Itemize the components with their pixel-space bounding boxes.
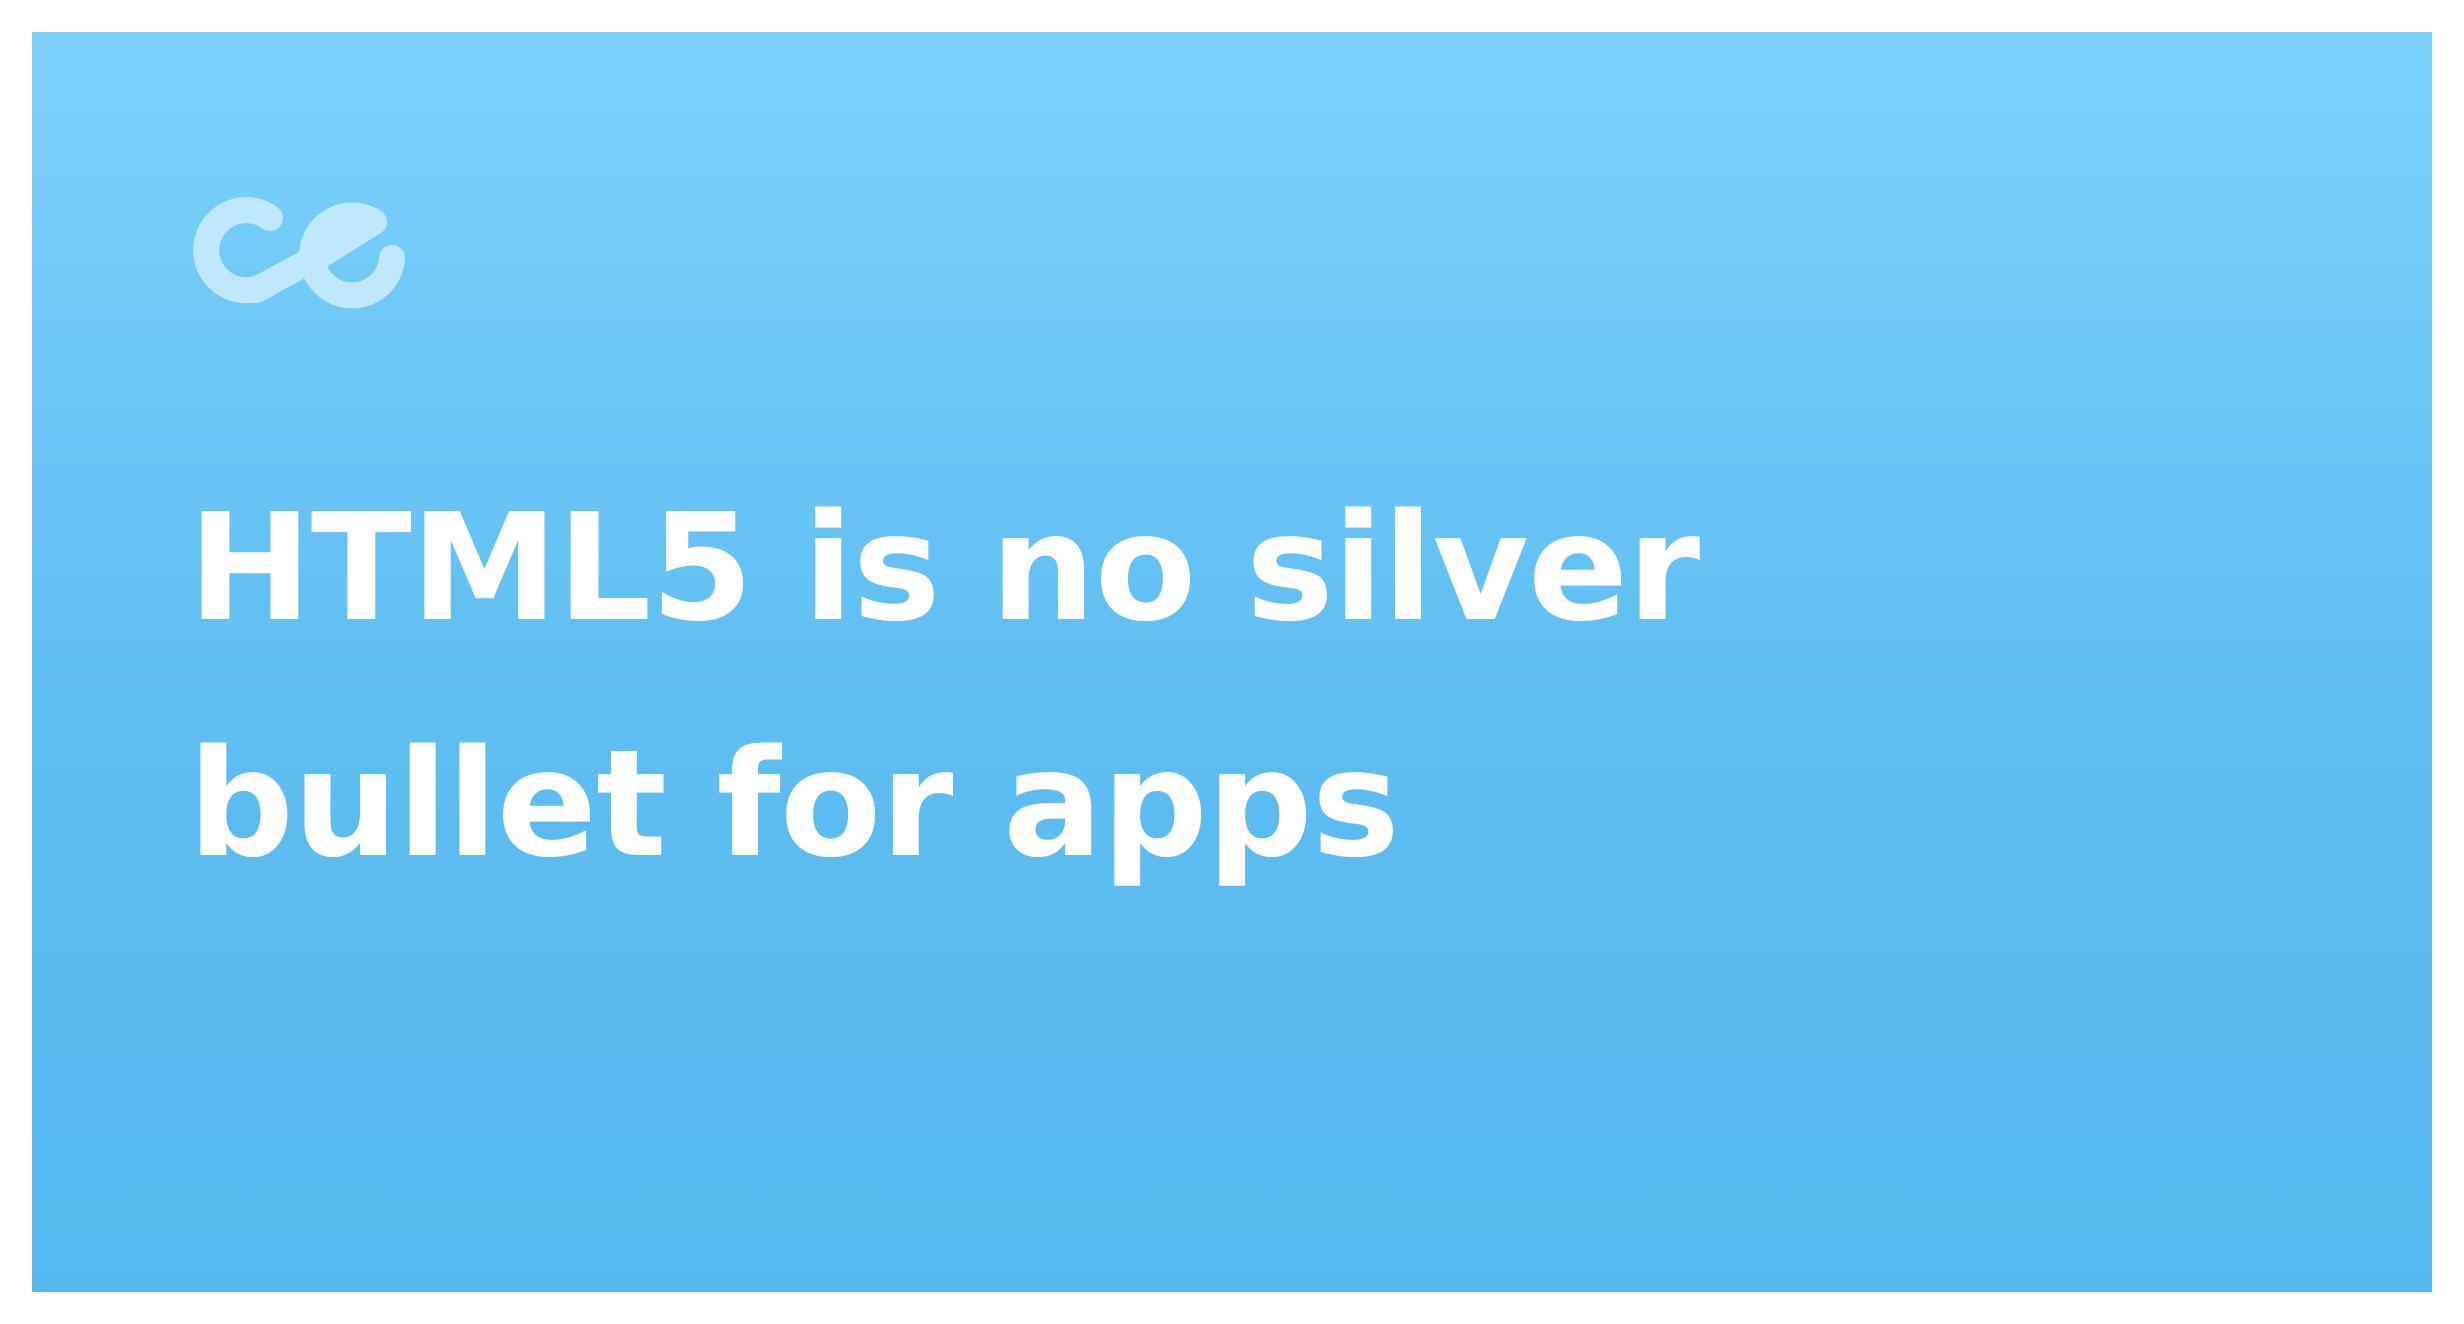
ce-monogram-icon [193,197,405,309]
page: HTML5 is no silver bullet for apps [0,0,2464,1324]
hero-card: HTML5 is no silver bullet for apps [32,32,2432,1292]
headline-title: HTML5 is no silver bullet for apps [188,482,1700,890]
